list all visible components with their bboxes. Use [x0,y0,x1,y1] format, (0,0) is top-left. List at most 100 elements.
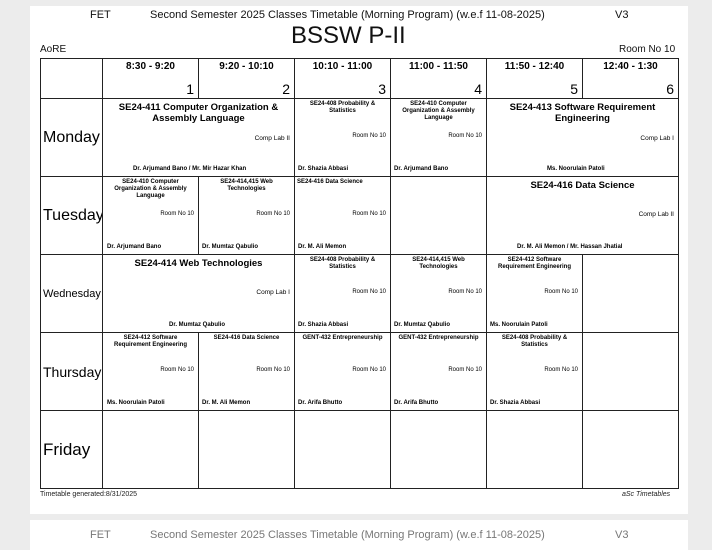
version-label: V3 [615,9,629,21]
row-friday: Friday [40,410,679,489]
row-wednesday: Wednesday SE24-414 Web Technologies Comp… [40,254,679,333]
teacher-text: Dr. Shazia Abbasi [298,166,349,172]
period-header-4: 11:00 - 11:50 4 [390,58,487,99]
subject-text: SE24-412 Software Requirement Engineerin… [113,335,187,348]
institute-label: FET [90,9,111,21]
row-thursday: Thursday SE24-412 Software Requirement E… [40,332,679,411]
class-cell: SE24-413 Software Requirement Engineerin… [486,98,679,177]
subject-text: GENT-432 Entrepreneurship [302,335,383,341]
class-cell: SE24-411 Computer Organization & Assembl… [102,98,295,177]
teacher-text: Dr. Shazia Abbasi [298,322,349,328]
teacher-text: Dr. Mumtaz Qabulio [169,322,226,328]
room-text: Comp Lab I [640,135,674,142]
class-cell: SE24-412 Software Requirement Engineerin… [486,254,583,333]
subject-text: SE24-408 Probability & Statistics [501,335,568,348]
period-header-1: 8:30 - 9:20 1 [102,58,199,99]
teacher-text: Ms. Noorulain Patoli [107,400,165,406]
class-cell: SE24-414,415 Web Technologies Room No 10… [390,254,487,333]
teacher-text: Dr. Mumtaz Qabulio [394,322,451,328]
period-header-2: 9:20 - 10:10 2 [198,58,295,99]
empty-cell [582,410,679,489]
corner-cell [40,58,103,99]
subject-text: SE24-416 Data Science [213,335,280,341]
software-credit: aSc Timetables [622,491,671,498]
empty-cell [102,410,199,489]
row-monday: Monday SE24-411 Computer Organization & … [40,98,679,177]
subject-text: SE24-412 Software Requirement Engineerin… [497,257,571,270]
generated-date: Timetable generated:8/31/2025 [40,491,138,498]
class-cell: SE24-414 Web Technologies Comp Lab I Dr.… [102,254,295,333]
row-tuesday: Tuesday SE24-410 Computer Organization &… [40,176,679,255]
subject-text: SE24-413 Software Requirement Engineerin… [509,102,656,124]
class-cell: SE24-414,415 Web Technologies Room No 10… [198,176,295,255]
period-time: 11:50 - 12:40 [504,61,565,72]
empty-cell [198,410,295,489]
room-text: Room No 10 [448,367,482,373]
class-cell: GENT-432 Entrepreneurship Room No 10 Dr.… [390,332,487,411]
room-text: Room No 10 [352,133,386,139]
period-number: 5 [570,81,578,97]
room-text: Room No 10 [256,211,290,217]
period-time: 10:10 - 11:00 [312,61,373,72]
period-header-3: 10:10 - 11:00 3 [294,58,391,99]
period-time: 8:30 - 9:20 [126,61,175,72]
empty-cell [390,410,487,489]
day-label-tuesday: Tuesday [40,176,103,255]
next-institute-label: FET [90,529,111,541]
period-time: 9:20 - 10:10 [219,61,274,72]
subject-text: SE24-414,415 Web Technologies [412,257,465,270]
room-text: Comp Lab II [638,211,674,218]
room-text: Comp Lab I [256,289,290,296]
room-text: Room No 10 [544,367,578,373]
subject-text: SE24-416 Data Science [297,179,363,185]
subject-text: GENT-432 Entrepreneurship [398,335,479,341]
teacher-text: Dr. M. Ali Memon [202,400,251,406]
room-text: Comp Lab II [254,135,290,142]
time-header-row: 8:30 - 9:20 1 9:20 - 10:10 2 10:10 - 11:00… [40,58,679,99]
period-number: 2 [282,81,290,97]
dept-label: AoRE [40,44,67,55]
room-text: Room No 10 [352,211,386,217]
semester-title: Second Semester 2025 Classes Timetable (… [150,9,545,21]
period-number: 6 [666,81,674,97]
empty-cell [582,332,679,411]
class-cell: SE24-416 Data Science Comp Lab II Dr. M.… [486,176,679,255]
period-number: 1 [186,81,194,97]
teacher-text: Dr. M. Ali Memon / Mr. Hassan Jhatial [517,244,623,250]
subject-text: SE24-414,415 Web Technologies [220,179,273,192]
period-number: 4 [474,81,482,97]
subject-text: SE24-414 Web Technologies [134,258,263,269]
next-version-label: V3 [615,529,629,541]
period-number: 3 [378,81,386,97]
class-cell: SE24-416 Data Science Room No 10 Dr. M. … [198,332,295,411]
empty-cell [390,176,487,255]
empty-cell [582,254,679,333]
subject-text: SE24-410 Computer Organization & Assembl… [402,101,475,121]
empty-cell [294,410,391,489]
day-label-thursday: Thursday [40,332,103,411]
room-text: Room No 10 [256,367,290,373]
day-label-monday: Monday [40,98,103,177]
room-text: Room No 10 [448,133,482,139]
class-title: BSSW P-II [291,22,406,49]
class-cell: SE24-412 Software Requirement Engineerin… [102,332,199,411]
teacher-text: Dr. Mumtaz Qabulio [202,244,259,250]
subject-text: SE24-408 Probability & Statistics [309,257,376,270]
class-cell: SE24-408 Probability & Statistics Room N… [294,254,391,333]
room-text: Room No 10 [352,289,386,295]
teacher-text: Dr. M. Ali Memon [298,244,347,250]
teacher-text: Dr. Arifa Bhutto [394,400,439,406]
teacher-text: Ms. Noorulain Patoli [490,322,548,328]
period-time: 11:00 - 11:50 [409,61,468,72]
period-time: 12:40 - 1:30 [603,61,658,72]
class-cell: SE24-408 Probability & Statistics Room N… [486,332,583,411]
teacher-text: Dr. Arjumand Bano [107,244,162,250]
room-text: Room No 10 [352,367,386,373]
room-text: Room No 10 [544,289,578,295]
class-cell: GENT-432 Entrepreneurship Room No 10 Dr.… [294,332,391,411]
day-label-wednesday: Wednesday [40,254,103,333]
class-cell: SE24-416 Data Science Room No 10 Dr. M. … [294,176,391,255]
subject-text: SE24-410 Computer Organization & Assembl… [114,179,187,199]
empty-cell [486,410,583,489]
room-text: Room No 10 [448,289,482,295]
